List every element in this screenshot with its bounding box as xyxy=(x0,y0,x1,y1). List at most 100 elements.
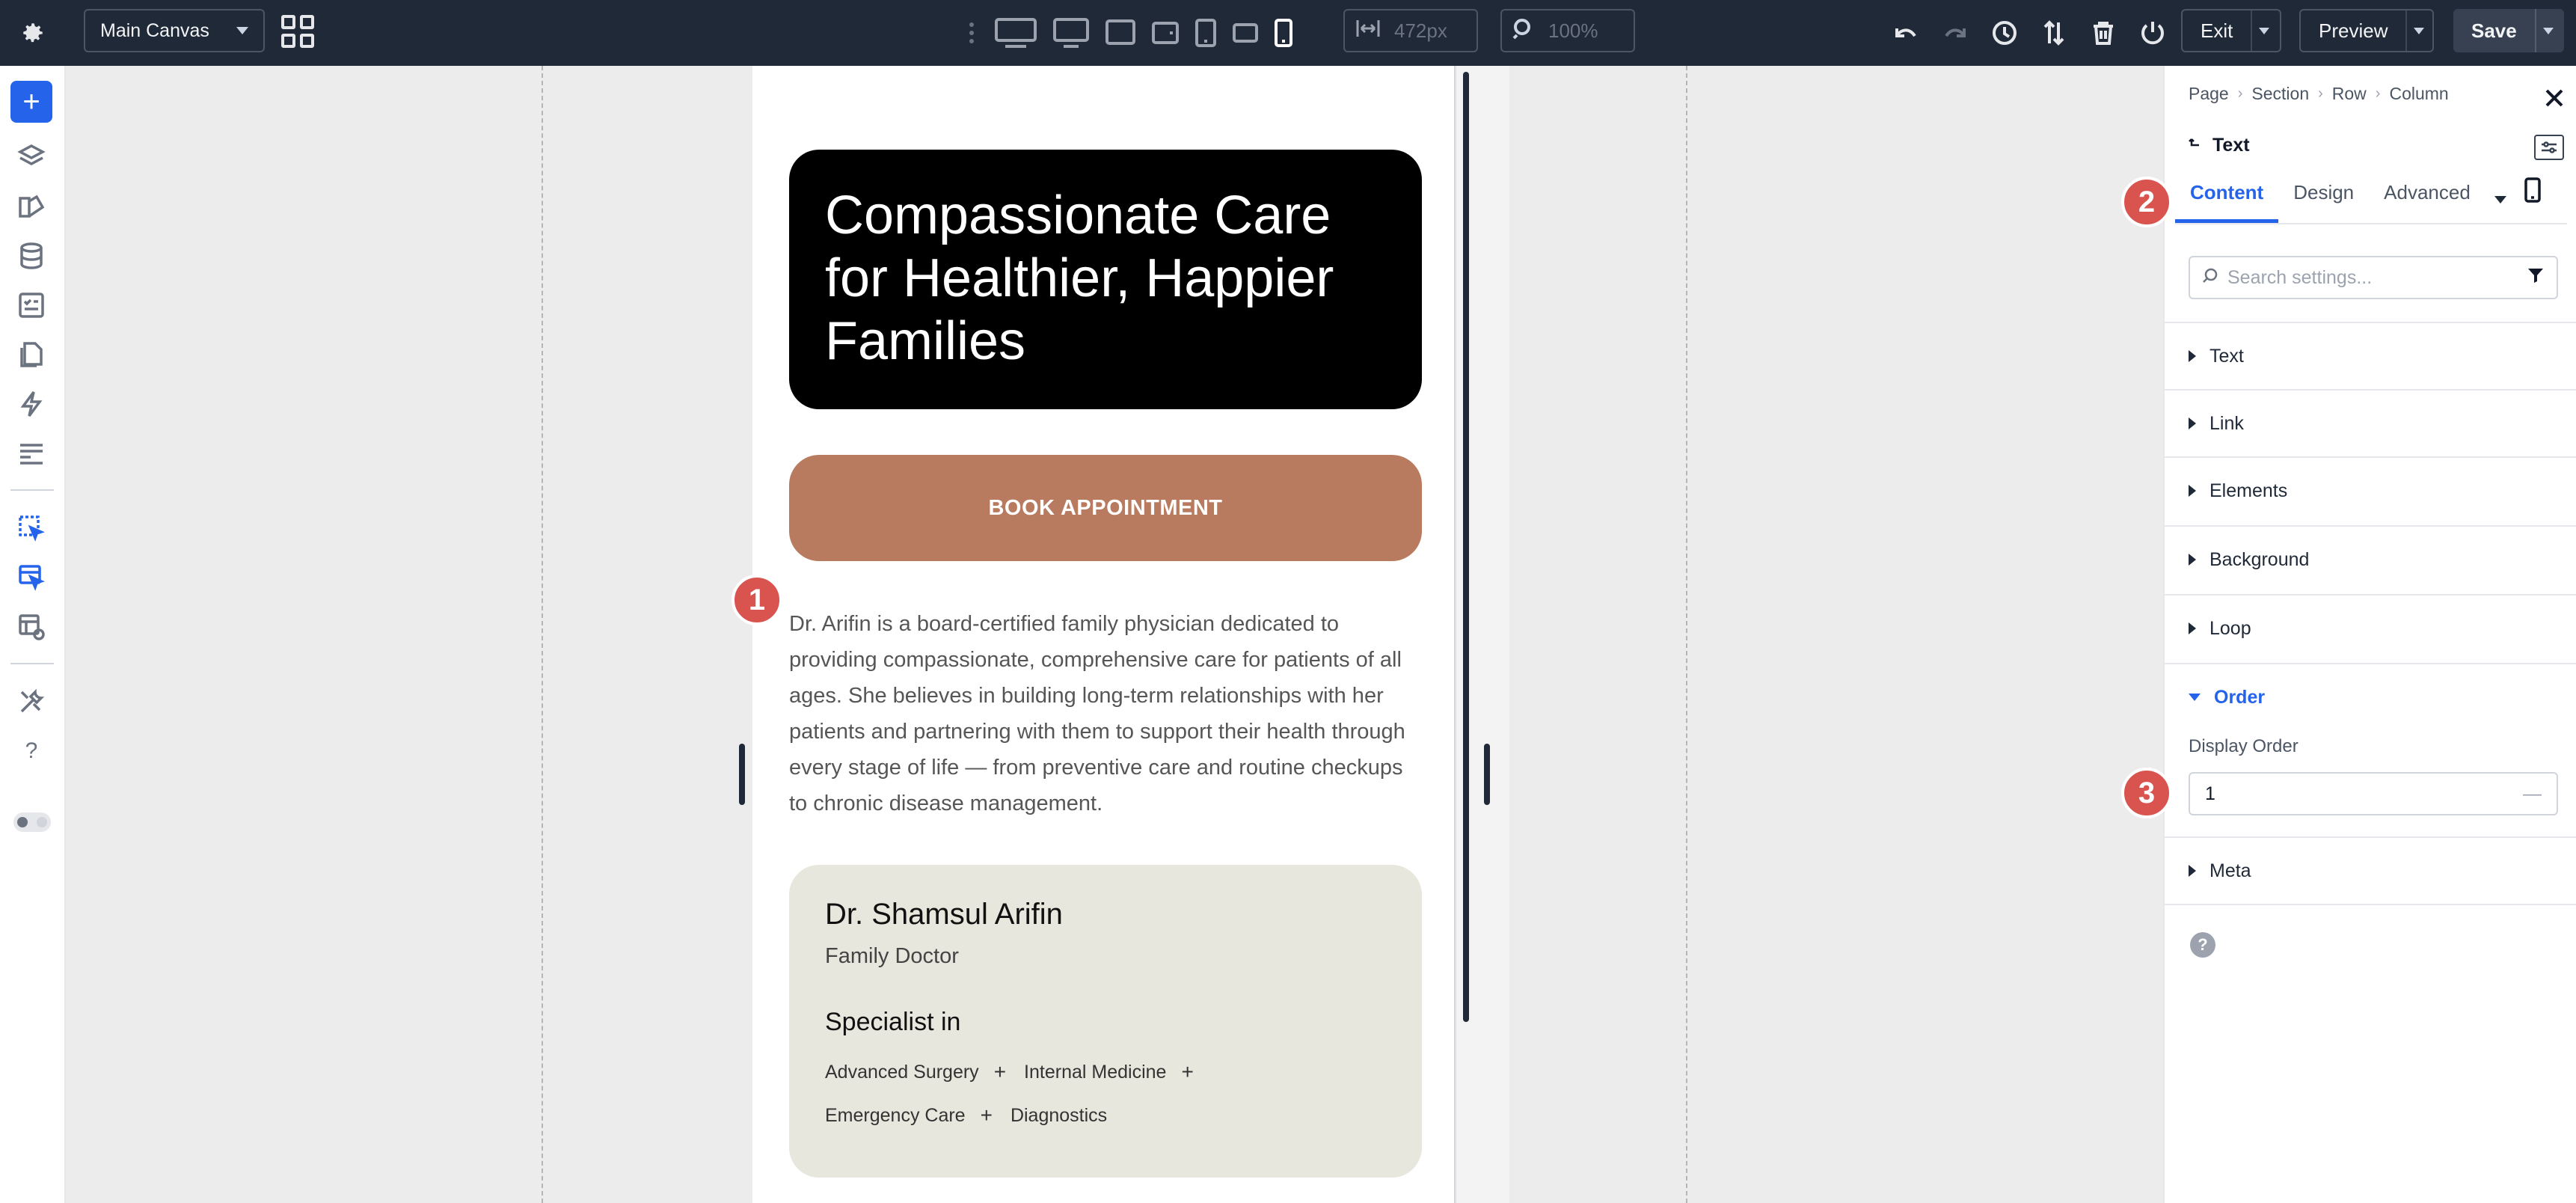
desktop-wide-icon[interactable] xyxy=(995,18,1037,48)
database-icon[interactable] xyxy=(13,238,49,274)
settings-panel: Page › Section › Row › Column Text Conte… xyxy=(2163,66,2576,1203)
caret-down-icon xyxy=(2189,694,2201,701)
lightning-icon[interactable] xyxy=(13,386,49,422)
section-label: Text xyxy=(2209,345,2244,367)
layout-settings-icon[interactable] xyxy=(13,609,49,645)
close-icon[interactable] xyxy=(2542,85,2567,111)
zoom-value: 100% xyxy=(1548,19,1598,42)
builder-canvas: Compassionate Care for Healthier, Happie… xyxy=(66,66,2163,1203)
tablet-portrait-icon[interactable] xyxy=(1195,19,1216,47)
reset-dash-icon[interactable]: — xyxy=(2523,783,2542,805)
breadcrumb-section[interactable]: Section xyxy=(2251,84,2309,104)
grid-view-icon[interactable] xyxy=(281,15,314,48)
display-order-input[interactable]: 1 — xyxy=(2189,772,2558,815)
rail-divider xyxy=(10,489,54,491)
element-title-label: Text xyxy=(2212,135,2250,156)
width-arrows-icon xyxy=(1355,19,1381,43)
section-background[interactable]: Background xyxy=(2165,525,2576,593)
templates-icon[interactable] xyxy=(13,435,49,471)
left-rail: + ? xyxy=(0,66,66,1203)
zoom-icon xyxy=(1512,17,1535,45)
plus-icon: + xyxy=(980,1103,993,1127)
section-loop[interactable]: Loop xyxy=(2165,594,2576,661)
breadcrumb-column[interactable]: Column xyxy=(2389,84,2448,104)
save-chevron-down-icon[interactable] xyxy=(2534,9,2560,52)
caret-right-icon xyxy=(2189,554,2196,566)
preview-label: Preview xyxy=(2319,19,2388,42)
exit-chevron-down-icon[interactable] xyxy=(2251,10,2276,51)
theme-brush-icon[interactable] xyxy=(13,189,49,224)
canvas-scrollbar[interactable] xyxy=(1463,72,1469,1022)
plus-icon: + xyxy=(1181,1060,1194,1083)
phone-device-icon[interactable] xyxy=(2524,177,2541,223)
chevron-right-icon: › xyxy=(2237,85,2243,102)
resize-handle-right[interactable] xyxy=(1484,744,1490,805)
trash-icon[interactable] xyxy=(2088,18,2118,48)
sliders-icon[interactable] xyxy=(2534,135,2564,160)
breadcrumb-page[interactable]: Page xyxy=(2189,84,2229,104)
hero-heading: Compassionate Care for Healthier, Happie… xyxy=(825,186,1334,371)
phone-portrait-icon[interactable] xyxy=(1275,19,1292,47)
more-vertical-icon[interactable] xyxy=(965,22,978,43)
history-clock-icon[interactable] xyxy=(1990,18,2020,48)
search-settings-input[interactable]: Search settings... xyxy=(2189,256,2558,299)
tab-advanced[interactable]: Advanced xyxy=(2369,181,2485,223)
tab-content[interactable]: Content xyxy=(2175,181,2279,223)
add-element-plus-icon[interactable]: + xyxy=(10,81,52,123)
settings-gear-icon[interactable] xyxy=(15,15,51,51)
desktop-icon[interactable] xyxy=(1053,18,1089,48)
exit-button[interactable]: Exit xyxy=(2181,9,2281,52)
select-multiple-icon[interactable] xyxy=(13,560,49,596)
search-placeholder: Search settings... xyxy=(2227,266,2373,288)
sort-arrows-icon[interactable] xyxy=(2039,18,2069,48)
tablet-landscape-icon[interactable] xyxy=(1152,22,1179,44)
canvas-select-value: Main Canvas xyxy=(100,19,209,41)
form-checklist-icon[interactable] xyxy=(13,287,49,323)
theme-toggle[interactable] xyxy=(13,812,51,832)
resize-handle-left[interactable] xyxy=(739,744,745,805)
zoom-field[interactable]: 100% xyxy=(1500,9,1635,52)
pages-icon[interactable] xyxy=(13,337,49,373)
tabs-chevron-down-icon[interactable] xyxy=(2494,196,2506,223)
help-circle-icon[interactable]: ? xyxy=(2190,932,2215,958)
section-order[interactable]: Order xyxy=(2165,663,2576,730)
breadcrumb-row[interactable]: Row xyxy=(2332,84,2367,104)
undo-icon[interactable] xyxy=(1891,18,1921,48)
viewport-width-field[interactable]: 472px xyxy=(1343,9,1478,52)
caret-right-icon xyxy=(2189,865,2196,877)
breadcrumb: Page › Section › Row › Column xyxy=(2189,84,2449,104)
exit-label: Exit xyxy=(2201,19,2233,42)
power-icon[interactable] xyxy=(2138,18,2168,48)
tools-icon[interactable] xyxy=(13,684,49,720)
filter-icon[interactable] xyxy=(2527,266,2545,290)
preview-chevron-down-icon[interactable] xyxy=(2405,10,2431,51)
doctor-info-card[interactable]: Dr. Shamsul Arifin Family Doctor Special… xyxy=(789,865,1422,1178)
save-button[interactable]: Save xyxy=(2453,9,2564,52)
laptop-icon[interactable] xyxy=(1105,19,1135,46)
section-link[interactable]: Link xyxy=(2165,389,2576,456)
search-icon xyxy=(2202,267,2218,289)
save-label: Save xyxy=(2471,19,2517,42)
tab-design[interactable]: Design xyxy=(2278,181,2369,223)
top-toolbar: Main Canvas 472px 100% Exit Preview Save xyxy=(0,0,2576,66)
book-appointment-button[interactable]: BOOK APPOINTMENT xyxy=(789,455,1422,561)
settings-tabs: Content Design Advanced xyxy=(2175,171,2567,224)
select-element-icon[interactable] xyxy=(13,510,49,546)
section-text[interactable]: Text xyxy=(2165,322,2576,389)
phone-landscape-icon[interactable] xyxy=(1233,23,1258,43)
canvas-select[interactable]: Main Canvas xyxy=(84,9,265,52)
viewport-width-value: 472px xyxy=(1394,19,1447,42)
section-meta[interactable]: Meta xyxy=(2165,836,2576,904)
back-arrow-icon[interactable] xyxy=(2189,135,2202,156)
layers-icon[interactable] xyxy=(13,139,49,175)
hero-card[interactable]: Compassionate Care for Healthier, Happie… xyxy=(789,150,1422,409)
section-label: Loop xyxy=(2209,617,2251,639)
preview-button[interactable]: Preview xyxy=(2299,9,2434,52)
element-title: Text xyxy=(2189,135,2250,156)
section-elements[interactable]: Elements xyxy=(2165,456,2576,524)
caret-right-icon xyxy=(2189,622,2196,634)
specialty-label: Emergency Care xyxy=(825,1105,966,1126)
help-question-icon[interactable]: ? xyxy=(13,733,49,769)
bio-text-block[interactable]: Dr. Arifin is a board-certified family p… xyxy=(789,606,1422,821)
redo-icon[interactable] xyxy=(1940,18,1970,48)
